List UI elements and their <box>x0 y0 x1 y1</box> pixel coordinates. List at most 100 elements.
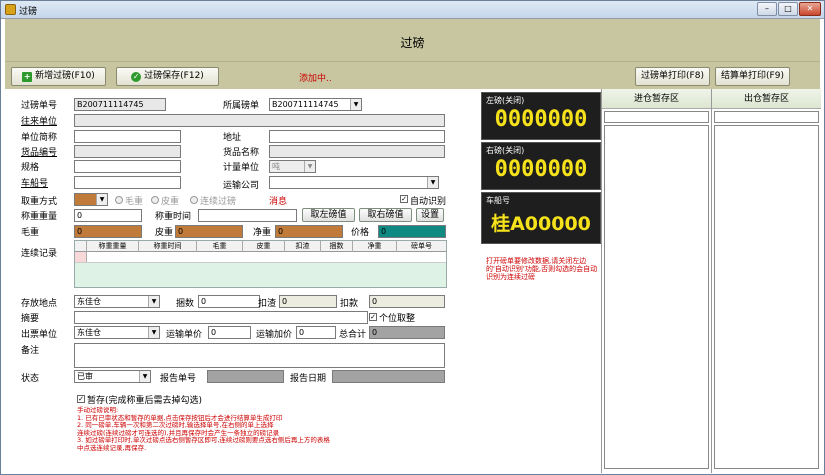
print-settle-button[interactable]: 结算单打印(F9) <box>715 67 790 86</box>
get-right-button[interactable]: 取右磅值 <box>359 208 412 222</box>
out-storage-search[interactable] <box>714 111 819 123</box>
issue-unit-select[interactable]: 东佳仓 ▼ <box>74 326 160 339</box>
remark-field[interactable] <box>74 343 445 368</box>
continuous-label: 连续记录 <box>21 249 58 259</box>
settings-button[interactable]: 设置 <box>416 208 444 222</box>
grid-corner <box>75 241 87 252</box>
get-left-button[interactable]: 取左磅值 <box>302 208 355 222</box>
app-window: 过磅 – □ ✕ 过磅 + 新增过磅(F10) ✓ 过磅保存(F12) 添加中.. … <box>0 0 825 475</box>
report-date-field[interactable] <box>332 370 445 383</box>
transport-co-select[interactable]: ▼ <box>269 176 439 189</box>
out-storage-column: 出仓暂存区 <box>712 89 822 473</box>
continuous-grid[interactable]: 称重重量 称重时间 毛重 皮重 扣渣 捆数 净重 磅单号 <box>74 240 447 288</box>
grid-col-header: 净重 <box>353 241 397 252</box>
goods-name-field[interactable] <box>269 145 445 158</box>
state-label: 状态 <box>21 374 40 384</box>
out-storage-list[interactable] <box>714 125 819 469</box>
window-title: 过磅 <box>19 7 38 17</box>
single-deduct-label: 个位取整 <box>379 314 416 324</box>
single-deduct-checkbox[interactable]: ✓ <box>369 313 377 321</box>
radio-gross-label: 毛重 <box>125 197 144 207</box>
partner-field[interactable] <box>74 114 445 127</box>
belong-no-select[interactable]: B200711114745 ▼ <box>269 98 362 111</box>
freight-label: 运输单价 <box>166 330 203 340</box>
new-weigh-button[interactable]: + 新增过磅(F10) <box>11 67 106 86</box>
vehicle-display: 车船号 桂A00000 <box>481 192 601 244</box>
weigh-time-field[interactable] <box>198 209 297 222</box>
temp-save-label: 暂存(完成称重后需去掉勾选) <box>87 396 203 406</box>
unit-select[interactable]: 吨 ▼ <box>269 160 316 173</box>
goods-code-field[interactable] <box>74 145 181 158</box>
temp-save-checkbox[interactable]: ✓ <box>77 395 85 403</box>
page-title: 过磅 <box>400 36 425 50</box>
summary-field[interactable] <box>74 311 368 324</box>
gross-label: 毛重 <box>21 228 40 238</box>
total-field[interactable]: 0 <box>369 326 445 339</box>
spec-label: 规格 <box>21 163 40 173</box>
summary-label: 摘要 <box>21 314 40 324</box>
price-field[interactable]: 0 <box>378 225 446 238</box>
deduct-slag-label: 扣渣 <box>258 299 277 309</box>
title-bar: 过磅 – □ ✕ <box>1 1 824 19</box>
vehicle-no-label[interactable]: 车船号 <box>21 176 48 189</box>
chevron-down-icon: ▼ <box>148 296 159 307</box>
gross-field[interactable]: 0 <box>74 225 142 238</box>
deduct-amt-field[interactable]: 0 <box>369 295 445 308</box>
weigh-no-field[interactable]: B200711114745 <box>74 98 166 111</box>
auto-detect-label: 自动识别 <box>410 197 447 207</box>
weigh-form: 过磅单号 B200711114745 所属磅单 B200711114745 ▼ 往… <box>5 89 478 473</box>
out-storage-header: 出仓暂存区 <box>712 89 821 109</box>
report-no-field[interactable] <box>207 370 284 383</box>
issue-unit-value: 东佳仓 <box>77 328 101 337</box>
radio-tare[interactable] <box>151 196 159 204</box>
net-field[interactable]: 0 <box>275 225 343 238</box>
unit-label: 计量单位 <box>223 163 260 173</box>
grid-col-header: 皮重 <box>243 241 285 252</box>
grid-col-header: 捆数 <box>321 241 353 252</box>
grid-col-header: 称重重量 <box>87 241 139 252</box>
weigh-mode-label: 取重方式 <box>21 197 58 207</box>
address-field[interactable] <box>269 130 445 143</box>
total-label: 总合计 <box>339 330 367 340</box>
weight-field[interactable]: 0 <box>74 209 142 222</box>
right-scale-value: 0000000 <box>494 157 588 182</box>
left-scale-label: 左磅(关闭) <box>486 96 525 105</box>
spec-field[interactable] <box>74 160 181 173</box>
vehicle-display-label: 车船号 <box>486 196 510 205</box>
bundles-field[interactable]: 0 <box>198 295 260 308</box>
chevron-down-icon: ▼ <box>350 99 361 110</box>
radio-gross[interactable] <box>115 196 123 204</box>
print-weigh-button[interactable]: 过磅单打印(F8) <box>635 67 710 86</box>
in-storage-search[interactable] <box>604 111 709 123</box>
freight-field[interactable]: 0 <box>208 326 251 339</box>
tare-field[interactable]: 0 <box>175 225 243 238</box>
unit-short-field[interactable] <box>74 130 181 143</box>
state-select[interactable]: 已审 ▼ <box>74 370 151 383</box>
deduct-amt-label: 扣款 <box>340 299 359 309</box>
in-storage-list[interactable] <box>604 125 709 469</box>
left-scale-display: 左磅(关闭) 0000000 <box>481 92 601 140</box>
save-weigh-label: 过磅保存(F12) <box>144 71 204 81</box>
price-label: 价格 <box>351 228 370 238</box>
vehicle-no-field[interactable] <box>74 176 181 189</box>
partner-label[interactable]: 往来单位 <box>21 114 57 127</box>
grid-col-header: 毛重 <box>197 241 243 252</box>
location-select[interactable]: 东佳仓 ▼ <box>74 295 160 308</box>
maximize-button[interactable]: □ <box>778 2 798 16</box>
grid-col-header: 扣渣 <box>285 241 321 252</box>
save-weigh-button[interactable]: ✓ 过磅保存(F12) <box>116 67 219 86</box>
plus-icon: + <box>22 72 33 82</box>
deduct-slag-field[interactable]: 0 <box>279 295 337 308</box>
belong-no-label: 所属磅单 <box>223 101 260 111</box>
radio-continuous[interactable] <box>190 196 198 204</box>
weigh-mode-select[interactable]: ▼ <box>74 193 108 206</box>
close-button[interactable]: ✕ <box>799 2 821 16</box>
goods-code-label[interactable]: 货品编号 <box>21 145 57 158</box>
auto-detect-checkbox[interactable]: ✓ <box>400 195 408 203</box>
table-row[interactable] <box>75 252 446 263</box>
minimize-button[interactable]: – <box>757 2 777 16</box>
left-scale-value: 0000000 <box>494 107 588 132</box>
weight-label: 称重重量 <box>21 212 58 222</box>
freight-add-field[interactable]: 0 <box>296 326 336 339</box>
radio-tare-label: 皮重 <box>161 197 180 207</box>
